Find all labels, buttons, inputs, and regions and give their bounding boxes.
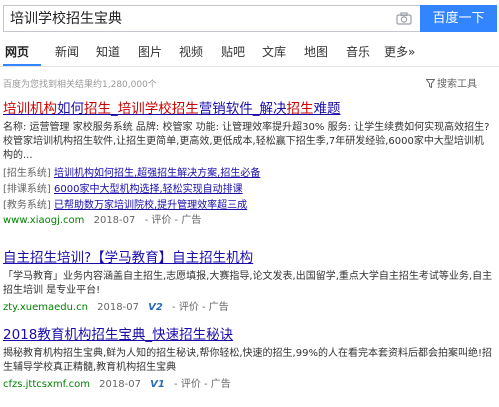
search-button[interactable]: 百度一下 — [420, 5, 497, 32]
result-description: 「学马教育」业务内容涵盖自主招生,志愿填报,大赛指导,论文发表,出国留学,重点大… — [3, 271, 493, 296]
result-eval-ad[interactable]: - 评价 - 广告 — [145, 215, 202, 226]
nav-tabs: 网页 新闻 知道 图片 视频 贴吧 文库 地图 音乐 更多» — [0, 38, 499, 67]
result-url-line: cfzs.jttcsxmf.com 2018-07 V1 - 评价 - 广告 — [3, 378, 493, 392]
result-title-part: 招生 — [84, 101, 111, 117]
search-result: 2018教育机构招生宝典_快速招生秘诀 揭秘教育机构招生宝典,鲜为人知的招生秘诀… — [3, 327, 493, 392]
search-bar: 培训学校招生宝典 百度一下 — [0, 0, 499, 38]
sitelinks: [招生系统] 培训机构如何招生,超强招生解决方案,招生必备 [排课系统] 600… — [3, 166, 493, 214]
search-result: 培训机构如何招生_培训学校招生营销软件_解决招生难题 名称: 运营管理 家校服务… — [3, 101, 493, 228]
result-description: 揭秘教育机构招生宝典,鲜为人知的招生秘诀,帮你轻松,快速的招生,99%的人在看完… — [3, 348, 492, 373]
verified-badge[interactable]: V2 — [148, 301, 163, 315]
search-result: 自主招生培训?【学马教育】自主招生机构 「学马教育」业务内容涵盖自主招生,志愿填… — [3, 250, 493, 315]
result-date: 2018-07 — [99, 379, 141, 390]
verified-badge[interactable]: V1 — [150, 378, 165, 392]
result-eval-ad[interactable]: - 评价 - 广告 — [174, 379, 231, 390]
sitelink-row: [排课系统] 6000家中大型机构选择,轻松实现自动排课 — [3, 182, 493, 198]
tab-map[interactable]: 地图 — [304, 44, 328, 60]
tab-web[interactable]: 网页 — [5, 44, 29, 60]
tab-wenku[interactable]: 文库 — [262, 44, 286, 60]
result-date: 2018-07 — [97, 302, 139, 313]
result-title[interactable]: 自主招生培训?【学马教育】自主招生机构 — [3, 250, 493, 267]
active-tab-indicator — [3, 64, 41, 66]
sitelink[interactable]: 培训机构如何招生,超强招生解决方案,招生必备 — [54, 168, 260, 179]
funnel-icon — [426, 79, 435, 88]
result-url-line: zty.xuemaedu.cn 2018-07 V2 - 评价 - 广告 — [3, 301, 493, 315]
result-title-part: 招生 — [286, 101, 314, 117]
camera-icon[interactable] — [396, 12, 412, 25]
sitelink-row: [教务系统] 已帮助数万家培训院校,提升管理效率超三成 — [3, 198, 493, 214]
sitelink[interactable]: 6000家中大型机构选择,轻松实现自动排课 — [54, 184, 243, 195]
sitelink-tag: [教务系统] — [3, 200, 51, 211]
tab-video[interactable]: 视频 — [179, 44, 203, 60]
tab-music[interactable]: 音乐 — [346, 44, 370, 60]
sitelink-tag: [排课系统] — [3, 184, 51, 195]
search-input[interactable]: 培训学校招生宝典 — [10, 8, 122, 30]
search-input-box[interactable]: 培训学校招生宝典 — [3, 5, 420, 32]
result-domain[interactable]: www.xiaogj.com — [3, 215, 84, 226]
result-title[interactable]: 培训机构如何招生_培训学校招生营销软件_解决招生难题 — [3, 101, 493, 118]
result-eval-ad[interactable]: - 评价 - 广告 — [172, 302, 229, 313]
result-title-part: 培训机构 — [3, 101, 57, 117]
result-title-part: 培训学校招生 — [117, 101, 199, 117]
result-title-part: 难题 — [313, 101, 341, 117]
search-tools-button[interactable]: 搜索工具 — [426, 75, 477, 90]
result-title-part: 营销软件_解决 — [198, 101, 287, 117]
sitelink[interactable]: 已帮助数万家培训院校,提升管理效率超三成 — [54, 200, 247, 211]
tab-news[interactable]: 新闻 — [55, 44, 79, 60]
sitelink-tag: [招生系统] — [3, 168, 51, 179]
result-title[interactable]: 2018教育机构招生宝典_快速招生秘诀 — [3, 327, 493, 344]
result-description: 名称: 运营管理 家校服务系统 品牌: 校管家 功能: 让管理效率提升超30% … — [3, 122, 490, 161]
tab-tieba[interactable]: 贴吧 — [221, 44, 245, 60]
result-date: 2018-07 — [93, 215, 136, 226]
sitelink-row: [招生系统] 培训机构如何招生,超强招生解决方案,招生必备 — [3, 166, 493, 182]
tab-zhidao[interactable]: 知道 — [96, 44, 120, 60]
result-title-part: _ — [111, 101, 118, 117]
result-count: 百度为您找到相关结果约1,280,000个 — [3, 80, 157, 90]
result-title-part: 如何 — [57, 101, 84, 117]
result-domain[interactable]: cfzs.jttcsxmf.com — [3, 379, 90, 390]
result-domain[interactable]: zty.xuemaedu.cn — [3, 302, 88, 313]
tab-images[interactable]: 图片 — [138, 44, 162, 60]
search-tools-label: 搜索工具 — [437, 79, 477, 90]
tab-more[interactable]: 更多» — [384, 44, 415, 60]
result-url-line: www.xiaogj.com 2018-07 - 评价 - 广告 — [3, 214, 493, 228]
